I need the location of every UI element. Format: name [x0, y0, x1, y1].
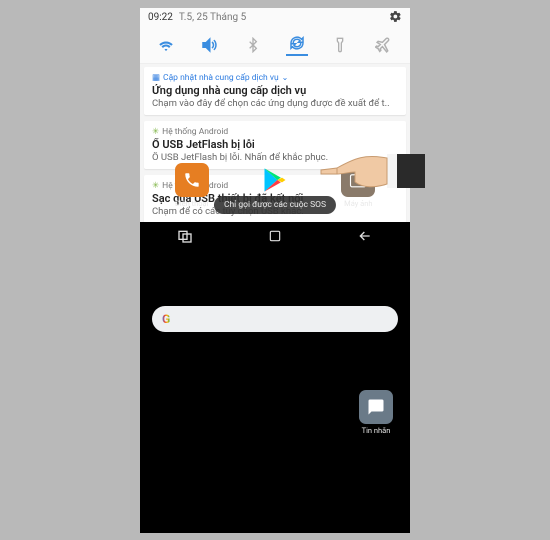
navigation-bar	[140, 222, 410, 250]
app-label: Điện thoại	[175, 199, 209, 208]
notification-source: ▦ Cập nhật nhà cung cấp dịch vụ ⌄	[152, 73, 398, 83]
wifi-icon[interactable]	[155, 34, 177, 56]
notification-body: Ổ USB JetFlash bị lỗi. Nhấn để khắc phục…	[152, 152, 398, 163]
notification-card[interactable]: ✳ Hệ thống Android Ổ USB JetFlash bị lỗi…	[144, 121, 406, 169]
status-bar: 09:22 T.5, 25 Tháng 5	[140, 8, 410, 28]
recents-button[interactable]	[176, 227, 194, 245]
app-shortcut-phone[interactable]: Điện thoại	[168, 163, 216, 208]
notification-source: ✳ Hệ thống Android	[152, 127, 398, 137]
sound-icon[interactable]	[198, 34, 220, 56]
app-label: Tin nhắn	[362, 426, 391, 435]
google-logo-icon: G	[162, 312, 170, 326]
notification-card[interactable]: ▦ Cập nhật nhà cung cấp dịch vụ ⌄ Ứng dụ…	[144, 67, 406, 115]
status-time: 09:22	[148, 12, 173, 23]
home-button[interactable]	[266, 227, 284, 245]
notification-title: Ổ USB JetFlash bị lỗi	[152, 138, 398, 151]
chevron-down-icon: ⌄	[282, 73, 289, 82]
notification-body: Chạm vào đây để chọn các ứng dụng được đ…	[152, 98, 398, 109]
notification-title: Ứng dụng nhà cung cấp dịch vụ	[152, 84, 398, 97]
rotate-icon[interactable]	[286, 34, 308, 56]
toast-message: Chỉ gọi được các cuộc SOS	[214, 196, 336, 214]
back-button[interactable]	[356, 227, 374, 245]
android-icon: ✳	[152, 127, 159, 137]
app-shortcut-camera[interactable]: Máy ảnh	[334, 163, 382, 208]
app-shortcut-messages[interactable]: Tin nhắn	[352, 390, 400, 435]
flashlight-icon[interactable]	[329, 34, 351, 56]
airplane-icon[interactable]	[373, 34, 395, 56]
quick-settings-row	[140, 28, 410, 64]
app-label: Máy ảnh	[344, 199, 372, 208]
app-badge-icon: ▦	[152, 73, 160, 83]
status-date: T.5, 25 Tháng 5	[179, 12, 246, 23]
phone-frame: 09:22 T.5, 25 Tháng 5 ▦ Cập nhật nhà cun…	[140, 8, 410, 533]
google-search-bar[interactable]: G	[152, 306, 398, 332]
settings-icon[interactable]	[389, 15, 402, 26]
bluetooth-icon[interactable]	[242, 34, 264, 56]
